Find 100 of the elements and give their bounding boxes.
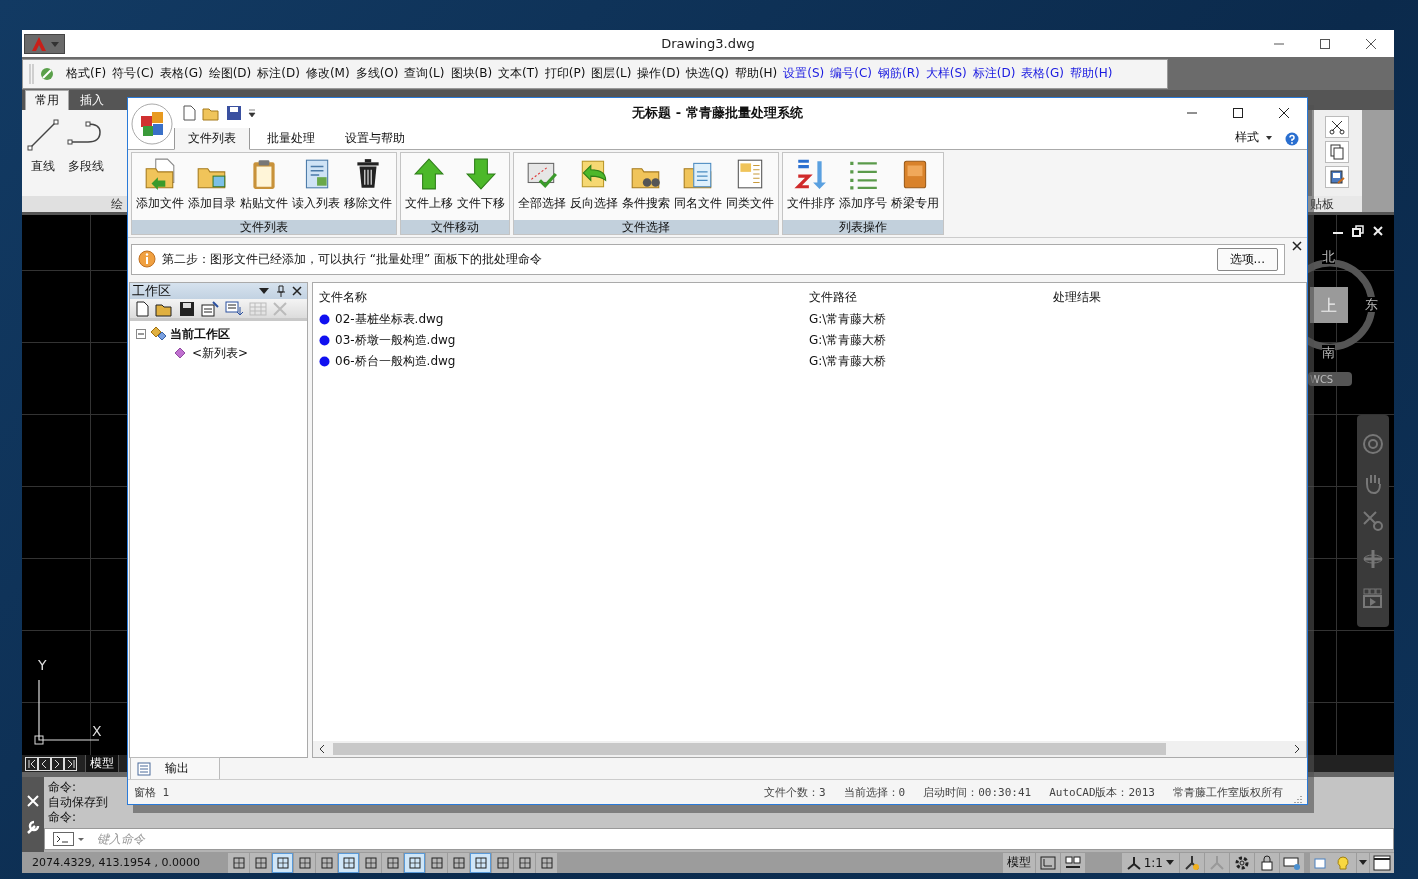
drafting-toggle[interactable] — [250, 852, 271, 873]
close-icon[interactable] — [1291, 240, 1303, 252]
line-tool-button[interactable]: 直线 — [26, 118, 60, 196]
model-space-button[interactable]: 模型 — [1002, 852, 1035, 873]
steering-wheel-icon[interactable] — [1362, 433, 1384, 456]
wrench-icon[interactable] — [25, 818, 41, 835]
dropdown-arrow-icon[interactable] — [248, 108, 256, 118]
menu-item[interactable]: 格式(F) — [63, 65, 110, 82]
copy-button[interactable] — [1325, 141, 1349, 163]
drafting-toggle[interactable] — [294, 852, 315, 873]
clean-screen-button[interactable] — [1370, 852, 1394, 873]
layout-navigation-icon[interactable] — [25, 756, 79, 771]
ribbon-tab[interactable]: 批量处理 — [254, 128, 328, 149]
scroll-left-icon[interactable] — [317, 744, 327, 754]
menu-item[interactable]: 表格(G) — [1018, 65, 1067, 82]
drafting-toggle[interactable] — [360, 852, 381, 873]
menu-dropdown-button[interactable] — [1357, 852, 1369, 873]
horizontal-scrollbar[interactable] — [313, 741, 1306, 757]
properties-icon[interactable] — [201, 300, 219, 317]
close-icon[interactable] — [292, 286, 302, 296]
ribbon-button[interactable]: 文件上移 — [403, 155, 455, 220]
import-list-icon[interactable] — [225, 300, 243, 317]
showmotion-icon[interactable] — [1362, 586, 1384, 609]
menu-item[interactable]: 帮助(H) — [731, 65, 781, 82]
app-menu-button[interactable] — [24, 33, 65, 54]
drafting-toggle[interactable] — [448, 852, 469, 873]
polyline-tool-button[interactable]: 多段线 — [66, 118, 106, 196]
menu-item[interactable]: 大样(S) — [922, 65, 970, 82]
menu-item[interactable]: 图块(B) — [447, 65, 496, 82]
ucs-dropdown[interactable]: WCS — [1308, 372, 1352, 386]
column-header[interactable]: 文件名称 — [319, 288, 809, 306]
ribbon-button[interactable]: 文件排序 — [785, 155, 837, 220]
restore-icon[interactable] — [1352, 225, 1364, 237]
drafting-toggle[interactable] — [382, 852, 403, 873]
command-input[interactable]: 键入命令 — [95, 831, 1393, 847]
command-prompt-icon[interactable] — [53, 832, 87, 846]
paste-button[interactable] — [1325, 166, 1349, 188]
drafting-toggle[interactable] — [404, 852, 425, 873]
zoom-icon[interactable] — [1362, 509, 1384, 532]
menu-item[interactable]: 标注(D) — [254, 65, 303, 82]
menu-item[interactable]: 帮助(H) — [1067, 65, 1116, 82]
lock-button[interactable] — [1255, 852, 1279, 873]
drafting-toggle[interactable] — [470, 852, 491, 873]
ribbon-button[interactable]: 文件下移 — [455, 155, 507, 220]
menu-item[interactable]: 标注(D) — [969, 65, 1019, 82]
menu-item[interactable]: 文本(T) — [495, 65, 542, 82]
ribbon-button[interactable]: 同类文件 — [724, 155, 776, 220]
drafting-toggle[interactable] — [536, 852, 557, 873]
file-name-cell[interactable]: 03-桥墩一般构造.dwg — [335, 332, 456, 349]
menu-item[interactable]: 修改(M) — [302, 65, 353, 82]
ribbon-button[interactable]: 移除文件 — [342, 155, 394, 220]
leaf-icon[interactable] — [39, 65, 55, 82]
ribbon-button[interactable]: 添加序号 — [837, 155, 889, 220]
menu-item[interactable]: 符号(C) — [109, 65, 157, 82]
drafting-toggle[interactable] — [228, 852, 249, 873]
output-tab[interactable]: 输出 — [130, 757, 220, 779]
drafting-toggle[interactable] — [316, 852, 337, 873]
ribbon-button[interactable]: 反向选择 — [568, 155, 620, 220]
orbit-icon[interactable] — [1362, 548, 1384, 571]
ribbon-button[interactable]: 读入列表 — [290, 155, 342, 220]
drafting-toggle[interactable] — [514, 852, 535, 873]
workspace-button[interactable] — [1230, 852, 1254, 873]
menu-item[interactable]: 编号(C) — [827, 65, 876, 82]
drafting-toggle[interactable] — [338, 852, 359, 873]
save-icon[interactable] — [179, 300, 195, 317]
tree-item[interactable]: 当前工作区 — [170, 325, 230, 343]
ribbon-button[interactable]: 同名文件 — [672, 155, 724, 220]
help-icon[interactable] — [1285, 132, 1299, 146]
annotation-scale-button[interactable]: 1:1 — [1121, 852, 1179, 873]
ribbon-button[interactable]: 桥梁专用 — [889, 155, 941, 220]
menu-item[interactable]: 多线(O) — [352, 65, 402, 82]
drafting-toggle[interactable] — [492, 852, 513, 873]
new-file-icon[interactable] — [182, 105, 196, 121]
options-button[interactable]: 选项... — [1216, 247, 1278, 271]
pin-icon[interactable] — [276, 285, 286, 297]
scroll-right-icon[interactable] — [1292, 744, 1302, 754]
menu-item[interactable]: 操作(D) — [634, 65, 684, 82]
column-header[interactable]: 处理结果 — [1053, 288, 1101, 306]
ribbon-button[interactable]: 条件搜索 — [620, 155, 672, 220]
hardware-acceleration-button[interactable] — [1280, 852, 1304, 873]
quick-view-button[interactable] — [1060, 852, 1085, 873]
menu-item[interactable]: 绘图(D) — [205, 65, 255, 82]
ribbon-button[interactable]: 添加目录 — [186, 155, 238, 220]
new-file-icon[interactable] — [135, 300, 149, 317]
tree-item[interactable]: <新列表> — [192, 344, 249, 362]
menu-item[interactable]: 打印(P) — [541, 65, 589, 82]
cut-button[interactable] — [1325, 116, 1349, 138]
ribbon-button[interactable]: 粘贴文件 — [238, 155, 290, 220]
ribbon-button[interactable]: 全部选择 — [516, 155, 568, 220]
open-folder-icon[interactable] — [202, 105, 220, 121]
ribbon-tab[interactable]: 设置与帮助 — [332, 128, 418, 149]
annotation-visibility-button[interactable] — [1180, 852, 1204, 873]
resize-grip-icon[interactable] — [1293, 794, 1303, 804]
tree-expander-icon[interactable] — [136, 329, 146, 339]
drafting-toggle[interactable] — [272, 852, 293, 873]
save-icon[interactable] — [226, 105, 242, 121]
column-header[interactable]: 文件路径 — [809, 288, 1053, 306]
dropdown-arrow-icon[interactable] — [258, 286, 270, 296]
menu-item[interactable]: 查询(L) — [401, 65, 448, 82]
menu-item[interactable]: 图层(L) — [588, 65, 635, 82]
